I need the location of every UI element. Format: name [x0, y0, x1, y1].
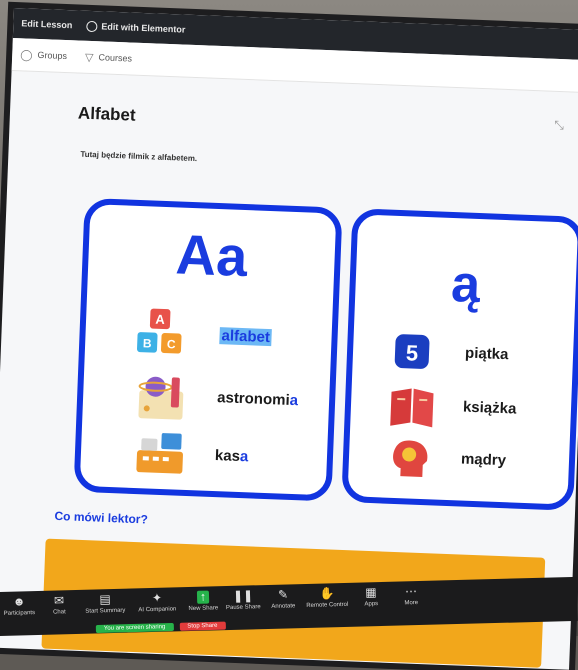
chat-button[interactable]: ✉ Chat — [39, 593, 80, 616]
start-summary-label: Start Summary — [85, 607, 126, 615]
word-row-alfabet: alfabet — [219, 327, 273, 347]
astronomy-icon — [138, 376, 184, 420]
pause-icon: ❚❚ — [232, 588, 254, 603]
lesson-title: Alfabet — [77, 103, 136, 125]
ai-companion-label: AI Companion — [138, 606, 177, 614]
edit-lesson-link[interactable]: Edit Lesson — [21, 18, 72, 30]
remote-control-button[interactable]: ✋ Remote Control — [303, 586, 352, 609]
word-kasa-accent: a — [239, 448, 249, 466]
groups-link[interactable]: ◯ Groups — [20, 48, 67, 63]
annotate-button[interactable]: ✎ Annotate — [263, 587, 304, 610]
alphabet-blocks-icon: A B C — [136, 308, 182, 354]
stop-share-button[interactable]: Stop Share — [179, 621, 226, 631]
word-row-kasa: kasa — [215, 447, 249, 465]
word-ksiazka[interactable]: książka — [463, 399, 517, 418]
word-row-piatka: piątka — [465, 345, 509, 364]
word-row-ksiazka: książka — [463, 399, 517, 418]
new-share-button[interactable]: ↑ New Share — [183, 590, 224, 612]
monitor-screen: Edit Lesson Edit with Elementor ◯ Groups… — [0, 8, 578, 670]
svg-text:C: C — [167, 337, 177, 351]
edit-elementor-label: Edit with Elementor — [101, 21, 186, 35]
new-share-label: New Share — [188, 605, 219, 613]
edit-elementor-link[interactable]: Edit with Elementor — [86, 20, 186, 35]
svg-text:5: 5 — [405, 340, 418, 365]
more-button[interactable]: ⋯ More — [391, 584, 432, 607]
apps-label: Apps — [364, 601, 379, 608]
chat-icon: ✉ — [53, 593, 65, 608]
word-astronomia-stem: astronomi — [216, 389, 290, 409]
annotate-icon: ✎ — [277, 587, 289, 602]
word-alfabet[interactable]: alfabet — [219, 327, 273, 347]
annotate-label: Annotate — [271, 603, 296, 610]
more-label: More — [404, 600, 419, 607]
word-row-madry: mądry — [461, 450, 507, 469]
start-summary-button[interactable]: ▤ Start Summary — [79, 592, 132, 615]
groups-label: Groups — [37, 49, 68, 62]
courses-icon: ▽ — [84, 51, 94, 64]
section-heading: Co mówi lektor? — [54, 508, 149, 527]
expand-icon[interactable]: ⤡ — [554, 118, 564, 133]
word-row-astronomia: astronomia — [217, 389, 298, 409]
courses-link[interactable]: ▽ Courses — [85, 50, 132, 65]
smart-head-icon — [393, 440, 428, 478]
word-astronomia[interactable]: astronomia — [217, 389, 298, 409]
book-icon — [390, 388, 434, 428]
chat-label: Chat — [52, 609, 66, 616]
svg-text:A: A — [155, 312, 166, 327]
apps-button[interactable]: ▦ Apps — [351, 585, 392, 608]
groups-icon: ◯ — [19, 48, 33, 62]
word-kasa[interactable]: kasa — [215, 447, 249, 465]
card-letter: ą — [450, 255, 482, 315]
card-letter: Aa — [174, 222, 249, 289]
apps-icon: ▦ — [365, 585, 377, 600]
svg-text:B: B — [143, 336, 153, 350]
summary-icon: ▤ — [99, 592, 111, 607]
number-five-icon: 5 — [394, 334, 430, 369]
courses-label: Courses — [98, 52, 133, 64]
participants-button[interactable]: ☻ Participants — [0, 594, 39, 617]
word-kasa-stem: kas — [214, 447, 241, 465]
elementor-icon — [86, 20, 98, 32]
cash-register-icon — [136, 433, 183, 474]
word-piatka[interactable]: piątka — [465, 345, 509, 364]
remote-control-label: Remote Control — [306, 601, 349, 609]
pause-share-label: Pause Share — [225, 604, 261, 612]
remote-icon: ✋ — [319, 586, 335, 601]
letter-card-a-ogonek: ą 5 piątka książka mądry — [341, 208, 578, 511]
people-icon: ☻ — [12, 594, 26, 609]
edit-lesson-label: Edit Lesson — [21, 18, 73, 31]
pause-share-button[interactable]: ❚❚ Pause Share — [223, 588, 264, 612]
more-icon: ⋯ — [404, 584, 418, 599]
word-madry[interactable]: mądry — [461, 450, 507, 469]
ai-companion-button[interactable]: ✦ AI Companion — [131, 590, 184, 614]
letter-card-a: Aa A B C alfabet astronomia kasa — [73, 197, 343, 502]
share-icon: ↑ — [196, 590, 210, 604]
participants-label: Participants — [3, 610, 36, 617]
lesson-description: Tutaj będzie filmik z alfabetem. — [80, 149, 198, 164]
ai-icon: ✦ — [151, 590, 163, 606]
word-astronomia-accent: a — [289, 391, 299, 410]
